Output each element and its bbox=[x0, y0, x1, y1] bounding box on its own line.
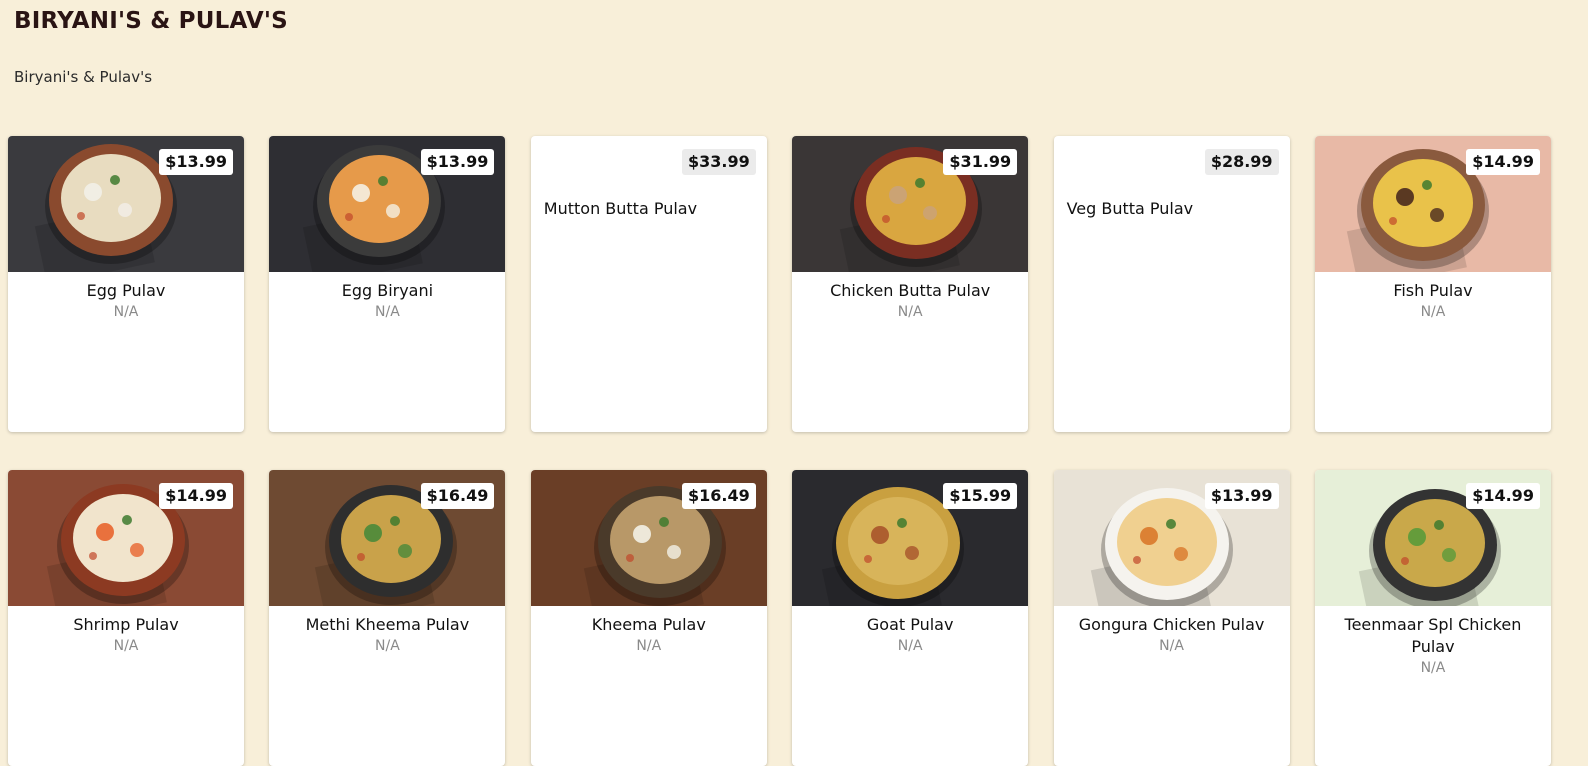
price-badge: $13.99 bbox=[159, 149, 233, 175]
menu-item-description: N/A bbox=[113, 638, 139, 654]
price-badge: $16.49 bbox=[682, 483, 756, 509]
price-badge: $13.99 bbox=[1204, 483, 1279, 509]
price-badge: $16.49 bbox=[420, 483, 495, 509]
menu-item-name: Goat Pulav bbox=[866, 615, 954, 634]
menu-item-name: Shrimp Pulav bbox=[73, 615, 179, 634]
price-badge: $15.99 bbox=[943, 483, 1018, 509]
menu-item-name: Egg Biryani bbox=[341, 281, 434, 300]
menu-item-card[interactable]: $16.49 Methi Kheema Pulav N/A bbox=[269, 470, 506, 766]
menu-item-card[interactable]: $13.99 Egg Pulav N/A bbox=[8, 136, 244, 432]
menu-item-name: Kheema Pulav bbox=[591, 615, 706, 634]
menu-item-description: N/A bbox=[375, 304, 400, 320]
price-badge: $14.99 bbox=[1466, 483, 1540, 509]
menu-item-name: Veg Butta Pulav bbox=[1066, 199, 1194, 218]
menu-item-card[interactable]: $13.99 Egg Biryani N/A bbox=[269, 136, 506, 432]
menu-item-card[interactable]: $31.99 Chicken Butta Pulav N/A bbox=[792, 136, 1029, 432]
menu-item-card[interactable]: $33.99 Mutton Butta Pulav bbox=[530, 136, 767, 432]
menu-item-description: N/A bbox=[1420, 304, 1446, 320]
menu-item-description: N/A bbox=[113, 304, 139, 320]
menu-item-description: N/A bbox=[1159, 638, 1184, 654]
category-title: BIRYANI'S & PULAV'S bbox=[14, 8, 288, 34]
price-badge: $13.99 bbox=[420, 149, 495, 175]
menu-item-description: N/A bbox=[897, 304, 923, 320]
menu-item-name: Mutton Butta Pulav bbox=[543, 199, 698, 218]
menu-item-name: Gongura Chicken Pulav bbox=[1078, 615, 1265, 634]
price-badge: $14.99 bbox=[159, 483, 233, 509]
menu-item-card[interactable]: $14.99 Teenmaar Spl Chicken Pulav N/A bbox=[1314, 470, 1551, 766]
menu-item-description: N/A bbox=[1420, 660, 1446, 676]
menu-item-name: Methi Kheema Pulav bbox=[305, 615, 470, 634]
menu-item-description: N/A bbox=[375, 638, 400, 654]
menu-item-card[interactable]: $14.99 Fish Pulav N/A bbox=[1314, 136, 1551, 432]
menu-item-card[interactable]: $16.49 Kheema Pulav N/A bbox=[530, 470, 767, 766]
menu-grid: $13.99 Egg Pulav N/A $13.99 Egg Biryani N/A $3… bbox=[8, 136, 1551, 766]
menu-item-card[interactable]: $15.99 Goat Pulav N/A bbox=[792, 470, 1029, 766]
menu-item-description: N/A bbox=[636, 638, 662, 654]
category-subtitle: Biryani's & Pulav's bbox=[14, 68, 153, 86]
menu-item-name: Fish Pulav bbox=[1393, 281, 1473, 300]
menu-item-description: N/A bbox=[897, 638, 923, 654]
price-badge: $14.99 bbox=[1466, 149, 1540, 175]
price-badge: $33.99 bbox=[682, 149, 756, 175]
menu-item-name: Chicken Butta Pulav bbox=[830, 281, 991, 300]
price-badge: $31.99 bbox=[943, 149, 1018, 175]
menu-item-card[interactable]: $28.99 Veg Butta Pulav bbox=[1053, 136, 1290, 432]
price-badge: $28.99 bbox=[1204, 149, 1279, 175]
menu-item-name: Egg Pulav bbox=[86, 281, 166, 300]
menu-item-name: Teenmaar Spl Chicken Pulav bbox=[1344, 615, 1522, 656]
menu-item-card[interactable]: $14.99 Shrimp Pulav N/A bbox=[8, 470, 244, 766]
menu-item-card[interactable]: $13.99 Gongura Chicken Pulav N/A bbox=[1053, 470, 1290, 766]
